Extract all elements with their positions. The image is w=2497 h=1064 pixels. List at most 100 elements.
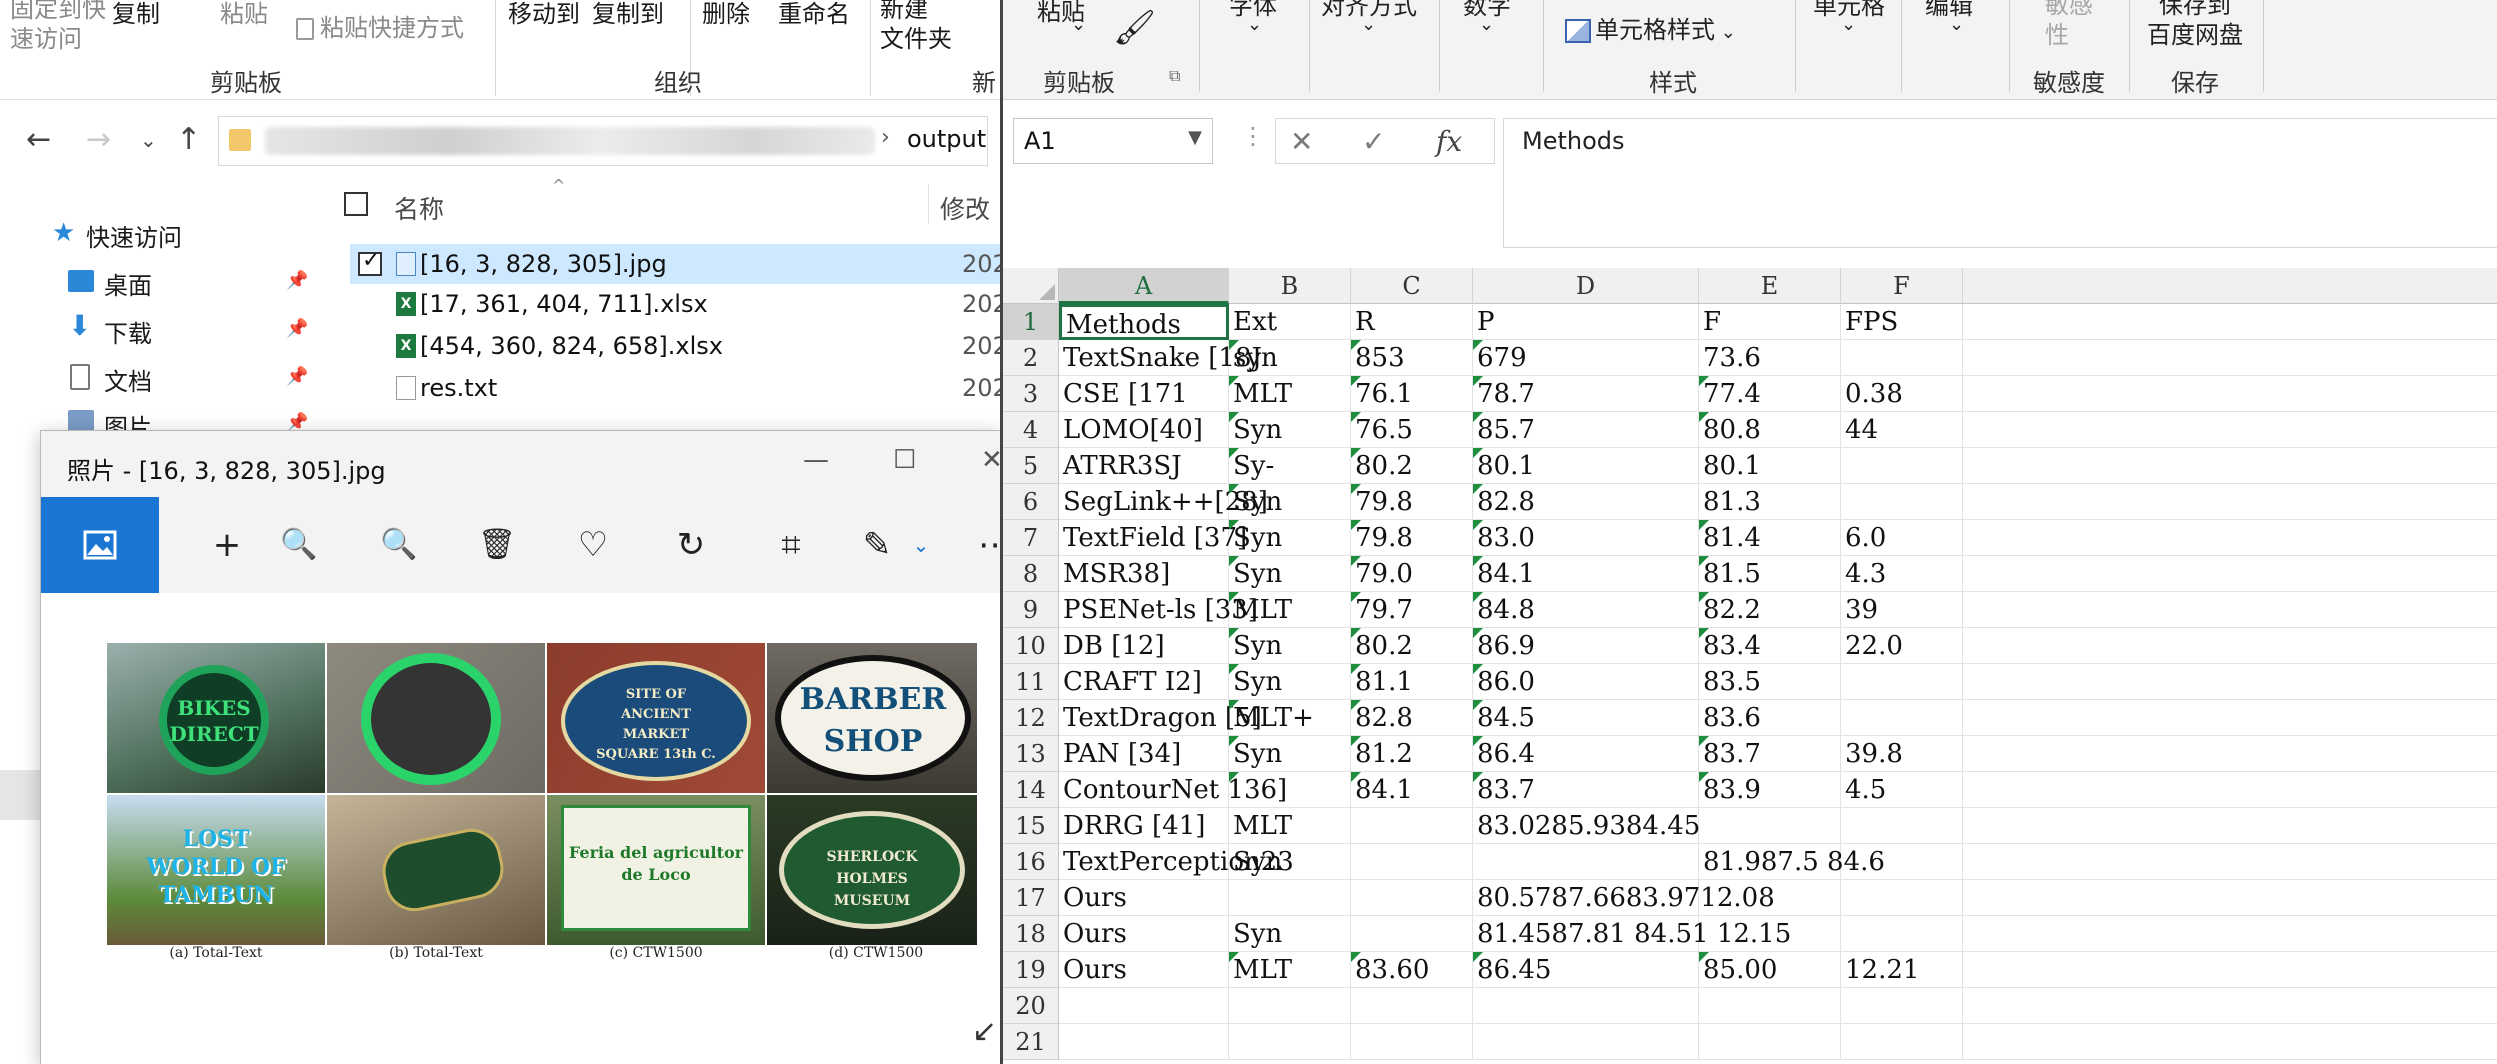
row-header[interactable]: 14 xyxy=(1003,772,1059,808)
resize-arrow-icon[interactable]: ↙ xyxy=(972,1014,997,1049)
cell[interactable] xyxy=(1229,880,1351,916)
move-to-button[interactable]: 移动到 xyxy=(508,0,580,29)
cell[interactable]: 86.9 xyxy=(1473,628,1699,664)
cell[interactable]: R xyxy=(1351,304,1473,340)
cell[interactable]: 83.60 xyxy=(1351,952,1473,988)
cell[interactable] xyxy=(1841,484,1963,520)
cell[interactable]: 78.7 xyxy=(1473,376,1699,412)
cell[interactable]: 86.0 xyxy=(1473,664,1699,700)
cells-chevron-icon[interactable]: ⌄ xyxy=(1841,14,1856,35)
cell[interactable] xyxy=(1963,340,2497,376)
cell[interactable]: 80.5787.6683.9712.08 xyxy=(1473,880,1775,916)
row-header[interactable]: 19 xyxy=(1003,952,1059,988)
cell[interactable] xyxy=(1963,700,2497,736)
cell[interactable] xyxy=(1699,916,1841,952)
cell[interactable]: 83.6 xyxy=(1699,700,1841,736)
cell[interactable]: 79.0 xyxy=(1351,556,1473,592)
cell[interactable] xyxy=(1963,520,2497,556)
cell[interactable] xyxy=(1229,988,1351,1024)
row-header[interactable]: 21 xyxy=(1003,1024,1059,1060)
cell[interactable]: 77.4 xyxy=(1699,376,1841,412)
column-header[interactable]: D xyxy=(1473,268,1699,304)
crop-icon[interactable]: ⌗ xyxy=(767,521,815,569)
row-header[interactable]: 16 xyxy=(1003,844,1059,880)
column-header[interactable]: A xyxy=(1059,268,1229,304)
sensitivity-button[interactable]: 敏感 性 xyxy=(2045,0,2093,50)
cell[interactable]: 80.8 xyxy=(1699,412,1841,448)
cell[interactable]: SegLink++[28] xyxy=(1059,484,1268,520)
row-header[interactable]: 2 xyxy=(1003,340,1059,376)
rename-button[interactable]: 重命名 xyxy=(778,0,850,29)
cell[interactable]: 6.0 xyxy=(1841,520,1963,556)
cell[interactable] xyxy=(1841,700,1963,736)
cell[interactable]: 76.5 xyxy=(1351,412,1473,448)
save-to-baidu-button[interactable]: 保存到 百度网盘 xyxy=(2147,0,2243,50)
cell[interactable]: TextSnake [18J xyxy=(1059,340,1262,376)
paste-button[interactable]: 粘贴 xyxy=(220,0,268,29)
zoom-in-icon[interactable]: 🔍 xyxy=(275,521,323,569)
view-image-button[interactable] xyxy=(41,497,159,593)
cell[interactable] xyxy=(1963,916,2497,952)
cell[interactable]: 83.0 xyxy=(1473,520,1699,556)
row-header[interactable]: 15 xyxy=(1003,808,1059,844)
cell[interactable]: 83.7 xyxy=(1699,736,1841,772)
cell[interactable]: 84.8 xyxy=(1473,592,1699,628)
cell[interactable]: Syn xyxy=(1229,664,1351,700)
nav-item-documents[interactable]: 文档 xyxy=(104,362,152,397)
cell[interactable] xyxy=(1963,1024,2497,1060)
cell[interactable] xyxy=(1699,880,1841,916)
row-checkbox[interactable]: ✓ xyxy=(358,248,382,276)
cell[interactable]: 84.5 xyxy=(1473,700,1699,736)
enter-check-icon[interactable]: ✓ xyxy=(1362,125,1385,158)
new-folder-button[interactable]: 新建 文件夹 xyxy=(880,0,952,54)
favorite-heart-icon[interactable]: ♡ xyxy=(569,521,617,569)
cell[interactable]: 81.4 xyxy=(1699,520,1841,556)
cell[interactable] xyxy=(1229,1024,1351,1060)
cell[interactable]: 82.8 xyxy=(1473,484,1699,520)
cell[interactable] xyxy=(1963,376,2497,412)
select-all-corner[interactable] xyxy=(1003,268,1059,304)
pin-icon[interactable]: 📌 xyxy=(286,270,308,291)
cell[interactable]: Syn xyxy=(1229,736,1351,772)
cell[interactable]: Syn xyxy=(1229,520,1351,556)
cell[interactable]: 81.1 xyxy=(1351,664,1473,700)
cell[interactable]: Syn xyxy=(1229,628,1351,664)
cell[interactable]: 81.3 xyxy=(1699,484,1841,520)
cell[interactable]: CSE [171 xyxy=(1059,376,1229,412)
edit-dropdown-chevron-icon[interactable]: ⌄ xyxy=(897,521,945,569)
file-row[interactable]: X [17, 361, 404, 711].xlsx 2021 xyxy=(350,284,1000,324)
row-header[interactable]: 18 xyxy=(1003,916,1059,952)
cell[interactable]: DB [12] xyxy=(1059,628,1229,664)
cell[interactable] xyxy=(1963,592,2497,628)
cell[interactable]: 84.1 xyxy=(1473,556,1699,592)
cell[interactable]: Ours xyxy=(1059,952,1229,988)
cell[interactable] xyxy=(1963,952,2497,988)
pin-icon[interactable]: 📌 xyxy=(286,318,308,339)
cell[interactable] xyxy=(1473,1024,1699,1060)
pin-quick-access-button[interactable]: 固定到快 速访问 xyxy=(10,0,106,54)
column-header[interactable]: F xyxy=(1841,268,1963,304)
cell[interactable]: 22.0 xyxy=(1841,628,1963,664)
cell[interactable]: 86.4 xyxy=(1473,736,1699,772)
row-header[interactable]: 11 xyxy=(1003,664,1059,700)
cell[interactable] xyxy=(1963,664,2497,700)
cell[interactable]: 83.0285.9384.45 xyxy=(1473,808,1700,844)
row-header[interactable]: 17 xyxy=(1003,880,1059,916)
cell[interactable]: FPS xyxy=(1841,304,1963,340)
cell[interactable]: ContourNet 136] xyxy=(1059,772,1287,808)
file-row[interactable]: res.txt 2021 xyxy=(350,368,1000,408)
cell[interactable] xyxy=(1351,844,1473,880)
row-header[interactable]: 13 xyxy=(1003,736,1059,772)
cell[interactable]: Methods xyxy=(1059,304,1229,340)
cell[interactable] xyxy=(1351,916,1473,952)
cell[interactable]: MLT xyxy=(1229,592,1351,628)
cell[interactable]: 83.9 xyxy=(1699,772,1841,808)
dialog-launcher-icon[interactable]: ⧉ xyxy=(1169,66,1180,86)
column-header[interactable]: C xyxy=(1351,268,1473,304)
cell[interactable]: 79.7 xyxy=(1351,592,1473,628)
cell[interactable]: 39.8 xyxy=(1841,736,1963,772)
cell[interactable] xyxy=(1963,844,2497,880)
cell[interactable]: 80.2 xyxy=(1351,628,1473,664)
cell[interactable]: DRRG [41] xyxy=(1059,808,1229,844)
cell[interactable] xyxy=(1351,988,1473,1024)
